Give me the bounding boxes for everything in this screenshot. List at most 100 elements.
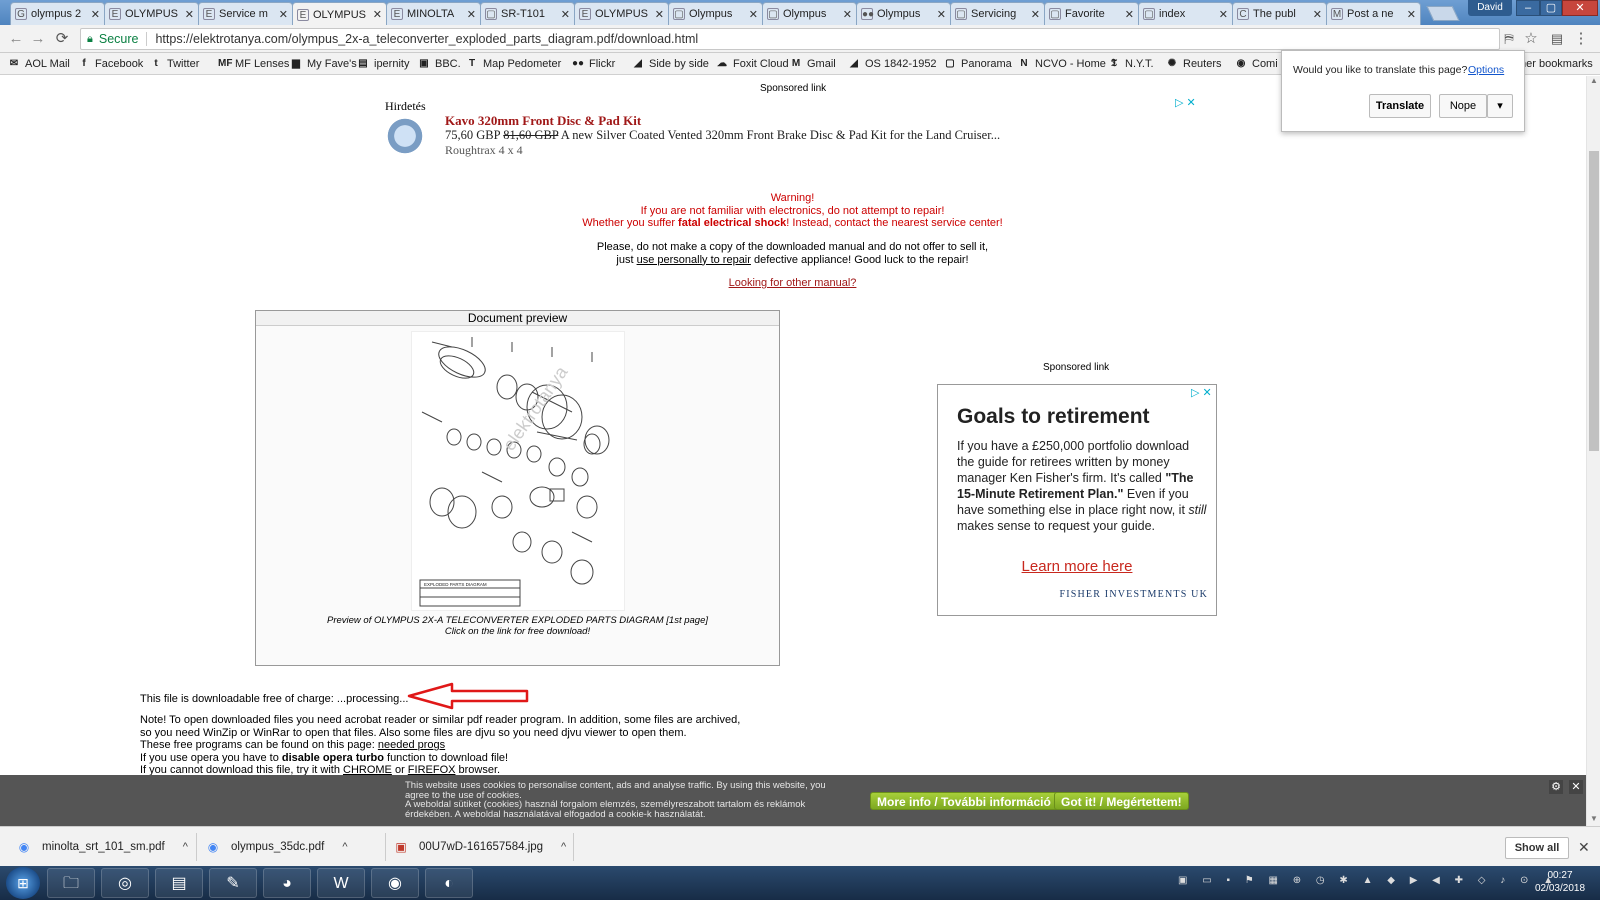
bookmark-twitter[interactable]: t Twitter [150,56,199,72]
tab-11[interactable]: ▢ Servicing ✕ [950,2,1045,25]
tab-5[interactable]: E MINOLTA ✕ [386,2,481,25]
retirement-ad[interactable]: ▷ ✕ Goals to retirement If you have a £2… [937,384,1217,616]
tab-6[interactable]: ▢ SR-T101 ✕ [480,2,575,25]
tab-1[interactable]: Golympus 2 ✕ [10,2,105,25]
tab-4[interactable]: E OLYMPUS ✕ [292,2,387,25]
address-bar[interactable]: 🔒︎ Secure https://elektrotanya.com/olymp… [80,28,1500,50]
taskbar-app-icon[interactable]: ▤ [155,868,203,898]
scroll-up-icon[interactable]: ▲ [1587,76,1600,88]
tab-close-icon[interactable]: ✕ [467,8,476,21]
tab-close-icon[interactable]: ✕ [1125,8,1134,21]
tab-7[interactable]: E OLYMPUS ✕ [574,2,669,25]
tab-close-icon[interactable]: ✕ [561,8,570,21]
bookmark-os-1842-1952[interactable]: ◢ OS 1842-1952 [848,56,936,72]
adchoices-icon[interactable]: ▷ ✕ [1175,96,1196,109]
tab-close-icon[interactable]: ✕ [1031,8,1040,21]
bookmark-mf-lenses[interactable]: MF MF Lenses [218,56,289,72]
bookmark-panorama[interactable]: ▢ Panorama [944,56,1012,72]
preview-thumbnail[interactable]: elektrotanya EXPLODED PARTS DIAGRAM [411,331,625,611]
taskbar-file-explorer-icon[interactable]: 🗀 [47,868,95,898]
tab-8[interactable]: ▢ Olympus ✕ [668,2,763,25]
bookmark-comi[interactable]: ◉ Comi [1235,56,1278,72]
translate-dropdown-icon[interactable]: ▾ [1487,94,1513,118]
other-bookmarks[interactable]: her bookmarks [1520,56,1593,72]
profile-button[interactable]: David [1468,0,1512,16]
tab-10[interactable]: ●● Olympus ✕ [856,2,951,25]
tab-close-icon[interactable]: ✕ [1407,8,1416,21]
tab-12[interactable]: ▢ Favorite ✕ [1044,2,1139,25]
tab-13[interactable]: ▢ index ✕ [1138,2,1233,25]
reload-button[interactable]: ⟳ [52,29,72,49]
minimize-button[interactable]: – [1516,0,1540,16]
translate-icon[interactable]: ⛿ [1500,30,1518,48]
forward-button[interactable]: → [28,29,48,49]
menu-icon[interactable]: ⋮ [1572,30,1590,48]
bookmark-n-y-t-[interactable]: 𝕿 N.Y.T. [1108,56,1154,72]
taskbar-app-icon[interactable]: ✎ [209,868,257,898]
taskbar-app-icon[interactable]: ◐ [425,868,473,898]
tab-9[interactable]: ▢ Olympus ✕ [762,2,857,25]
taskbar-app-icon[interactable]: ◎ [101,868,149,898]
bookmark-side-by-side[interactable]: ◢ Side by side [632,56,709,72]
bookmark-ipernity[interactable]: ▤ ipernity [357,56,409,72]
chevron-up-icon[interactable]: ^ [342,841,347,853]
close-downloads-icon[interactable]: ✕ [1578,839,1590,856]
clock[interactable]: 00:27 02/03/2018 [1525,869,1595,895]
tab-3[interactable]: E Service m ✕ [198,2,293,25]
adchoices-icon[interactable]: ▷ ✕ [1191,386,1212,399]
start-button[interactable]: ⊞ [6,867,40,899]
tab-14[interactable]: C The publ ✕ [1232,2,1327,25]
other-manual-link[interactable]: Looking for other manual? [400,277,1185,289]
tab-close-icon[interactable]: ✕ [843,8,852,21]
ad-headline[interactable]: Goals to retirement [957,405,1150,429]
bookmark-ncvo-home[interactable]: N NCVO - Home [1018,56,1106,72]
page-scrollbar[interactable]: ▲ ▼ [1586,76,1600,826]
url-text[interactable]: https://elektrotanya.com/olympus_2x-a_te… [155,32,698,46]
star-icon[interactable]: ☆ [1522,30,1540,48]
ad-description[interactable]: 75,60 GBP 81,60 GBP A new Silver Coated … [445,128,1000,143]
learn-more-link[interactable]: Learn more here [938,558,1216,575]
top-ad[interactable]: Hirdetés Kavo 320mm Front Disc & Pad Kit… [385,95,1200,170]
bookmark-flickr[interactable]: ●● Flickr [572,56,615,72]
download-item[interactable]: ◉ minolta_srt_101_sm.pdf ^ [16,837,188,857]
bookmark-foxit-cloud[interactable]: ☁ Foxit Cloud [716,56,789,72]
tab-close-icon[interactable]: ✕ [185,8,194,21]
extension-icon[interactable]: ▤ [1548,30,1566,48]
translate-options-link[interactable]: Options [1468,64,1504,76]
tab-2[interactable]: E OLYMPUS ✕ [104,2,199,25]
bookmark-facebook[interactable]: f Facebook [78,56,143,72]
ad-title[interactable]: Kavo 320mm Front Disc & Pad Kit [445,113,641,129]
scroll-down-icon[interactable]: ▼ [1587,814,1600,826]
more-info-button[interactable]: More info / További információ [870,792,1058,810]
close-icon[interactable]: ✕ [1569,780,1583,794]
got-it-button[interactable]: Got it! / Megértettem! [1054,792,1189,810]
tab-close-icon[interactable]: ✕ [279,8,288,21]
tab-close-icon[interactable]: ✕ [937,8,946,21]
close-window-button[interactable]: ✕ [1562,0,1598,16]
taskbar-app-icon[interactable]: ◕ [263,868,311,898]
ad-source[interactable]: Roughtrax 4 x 4 [445,143,523,158]
tab-close-icon[interactable]: ✕ [373,8,382,21]
back-button[interactable]: ← [6,29,26,49]
translate-button[interactable]: Translate [1369,94,1431,118]
bookmark-map-pedometer[interactable]: T Map Pedometer [466,56,561,72]
taskbar-word-icon[interactable]: W [317,868,365,898]
show-all-button[interactable]: Show all [1505,837,1569,859]
nope-button[interactable]: Nope [1439,94,1487,118]
bookmark-gmail[interactable]: M Gmail [790,56,836,72]
tab-close-icon[interactable]: ✕ [1313,8,1322,21]
brake-disc-image[interactable] [385,117,435,155]
gear-icon[interactable]: ⚙ [1549,780,1563,794]
download-item[interactable]: ◉ olympus_35dc.pdf ^ [205,837,348,857]
chevron-up-icon[interactable]: ^ [561,841,566,853]
scrollbar-thumb[interactable] [1589,151,1599,451]
bookmark-bbc-[interactable]: ▣ BBC. [418,56,460,72]
download-item[interactable]: ▣ 00U7wD-161657584.jpg ^ [393,837,566,857]
use-personally-link[interactable]: use personally to repair [637,254,751,266]
tab-close-icon[interactable]: ✕ [91,8,100,21]
maximize-button[interactable]: ▢ [1540,0,1562,16]
needed-progs-link[interactable]: needed progs [378,739,445,751]
system-tray[interactable]: ▣ ▭ ▪ ⚑ ▦ ⊕ ◷ ✱ ▲ ◆ ▶ ◀ ✚ ◇ ♪ ⊙ ▲ [1178,875,1559,891]
tab-close-icon[interactable]: ✕ [749,8,758,21]
bookmark-reuters[interactable]: ✺ Reuters [1166,56,1222,72]
